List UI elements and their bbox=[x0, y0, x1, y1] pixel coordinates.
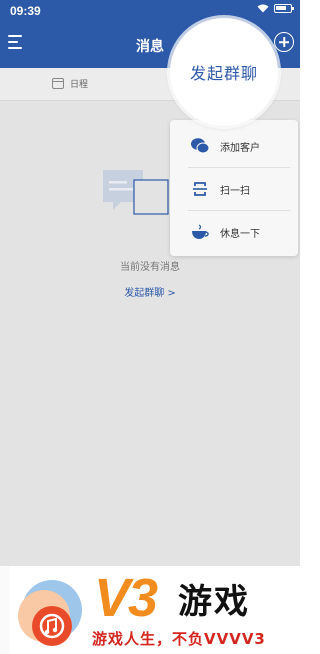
menu-item-add-customer[interactable]: 添加客户 bbox=[170, 124, 298, 168]
brand-v3: V3 bbox=[94, 568, 158, 628]
calendar-icon bbox=[52, 78, 64, 89]
start-group-chat-label: 发起群聊 bbox=[189, 64, 258, 83]
empty-messages-icon bbox=[103, 170, 169, 215]
menu-item-label: 扫一扫 bbox=[220, 185, 250, 197]
status-bar: 09:39 bbox=[0, 0, 300, 22]
battery-level bbox=[276, 6, 286, 10]
battery-icon bbox=[274, 4, 294, 13]
coffee-cup-icon bbox=[192, 224, 209, 239]
banner-edge bbox=[0, 566, 10, 654]
menu-item-scan[interactable]: 扫一扫 bbox=[170, 167, 298, 211]
menu-item-label: 休息一下 bbox=[220, 228, 260, 240]
start-group-chat-link[interactable]: 发起群聊 > bbox=[0, 284, 300, 299]
tab-schedule-label: 日程 bbox=[70, 80, 89, 90]
menu-item-rest[interactable]: 休息一下 bbox=[170, 210, 298, 254]
scan-icon bbox=[193, 182, 207, 196]
system-icons bbox=[257, 4, 294, 13]
wechat-icon bbox=[191, 138, 210, 154]
wifi-icon bbox=[257, 4, 269, 13]
v3-logo-icon bbox=[18, 580, 82, 646]
brand-game-text: 游戏 bbox=[178, 582, 250, 622]
start-group-chat-highlight[interactable]: 发起群聊 bbox=[170, 18, 278, 126]
add-circle-icon[interactable] bbox=[274, 32, 294, 52]
tab-schedule[interactable]: 日程 bbox=[52, 77, 88, 90]
brand-slogan: 游戏人生，不负VVVV3 bbox=[92, 630, 266, 648]
menu-item-label: 添加客户 bbox=[220, 142, 260, 154]
status-time: 09:39 bbox=[10, 4, 41, 18]
watermark-banner: V3 游戏 游戏人生，不负VVVV3 bbox=[0, 566, 300, 654]
empty-state-text: 当前没有消息 bbox=[120, 262, 180, 273]
popup-menu: 添加客户 扫一扫 休息一下 bbox=[170, 120, 298, 256]
